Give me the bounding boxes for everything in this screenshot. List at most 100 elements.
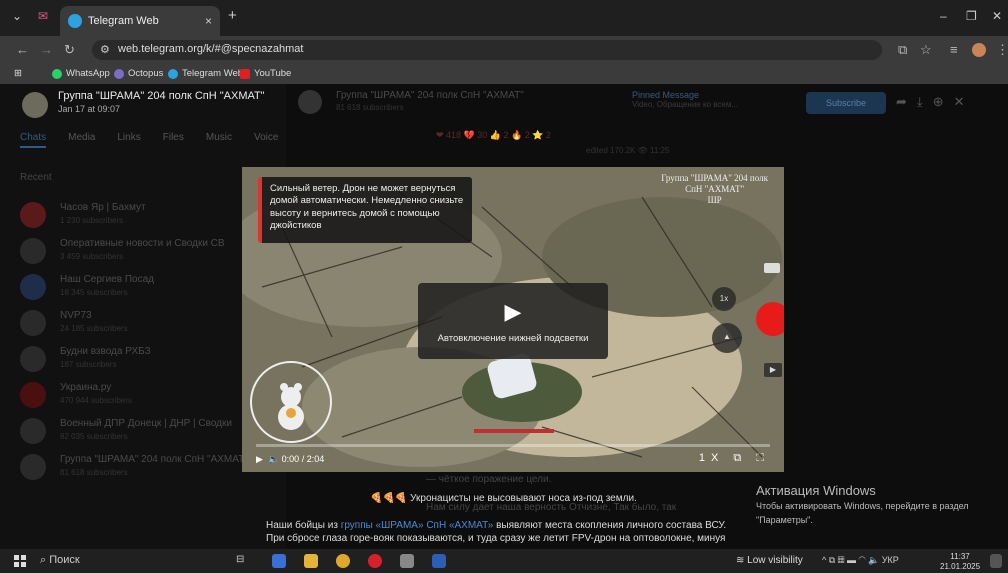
list-item[interactable]: Военный ДПР Донецк | ДНР | Сводки 82 035 … bbox=[20, 416, 280, 446]
word-icon[interactable] bbox=[432, 554, 446, 568]
list-item[interactable]: Оперативные новости и Сводки СВ 3 459 sub… bbox=[20, 236, 280, 266]
screen: ⌄ ✉ Telegram Web × + – ❐ ✕ ← → ↻ ⚙ web.t… bbox=[0, 0, 1008, 573]
tab-links[interactable]: Links bbox=[117, 132, 140, 148]
windows-activation-watermark: Активация Windows Чтобы активировать Win… bbox=[756, 483, 969, 526]
media-header: Группа "ШРАМА" 204 полк СпН "АХМАТ" Jan … bbox=[58, 90, 265, 114]
address-bar-row: ← → ↻ ⚙ web.telegram.org/k/#@specnazahma… bbox=[0, 36, 1008, 64]
share-icon[interactable]: ➦ bbox=[896, 94, 917, 109]
new-tab-button[interactable]: + bbox=[228, 7, 237, 24]
bookmark-youtube[interactable]: YouTube bbox=[240, 68, 291, 79]
forward-icon[interactable]: → bbox=[40, 42, 53, 57]
bookmark-star-icon[interactable]: ☆ bbox=[920, 42, 932, 58]
close-icon[interactable]: ✕ bbox=[954, 94, 975, 109]
chat-tools: ➦⤓⊕✕ bbox=[896, 94, 974, 110]
windows-start-icon[interactable] bbox=[14, 555, 26, 567]
video-watermark: Группа "ШРАМА" 204 полк СпН "АХМАТ" ШР bbox=[661, 173, 768, 205]
profile-avatar[interactable] bbox=[972, 43, 986, 57]
chrome-icon[interactable] bbox=[336, 554, 350, 568]
close-tab-icon[interactable]: × bbox=[205, 14, 212, 28]
message-text-1: — чёткое поражение цели. bbox=[426, 474, 552, 485]
unit-logo bbox=[250, 361, 332, 443]
video-time: 0:00 / 2:04 bbox=[281, 454, 325, 464]
bookmark-octopus[interactable]: Octopus bbox=[114, 68, 163, 79]
pip-icon[interactable]: ⧉ bbox=[733, 452, 747, 464]
bookmark-whatsapp[interactable]: WhatsApp bbox=[52, 68, 110, 79]
back-icon[interactable]: ← bbox=[16, 42, 29, 57]
list-item[interactable]: NVP73 24 185 subscribers bbox=[20, 308, 280, 338]
notifications-icon[interactable] bbox=[990, 554, 1002, 568]
download-icon[interactable]: ⤓ bbox=[917, 94, 933, 109]
site-info-icon[interactable]: ⚙ bbox=[100, 43, 110, 56]
list-item[interactable]: Будни взвода РХБЗ 187 subscribers bbox=[20, 344, 280, 374]
tab-chats[interactable]: Chats bbox=[20, 132, 47, 148]
media-title: Группа "ШРАМА" 204 полк СпН "АХМАТ" bbox=[58, 90, 265, 102]
avatar bbox=[20, 346, 46, 372]
taskbar-search[interactable]: ⌕ Поиск bbox=[40, 554, 80, 567]
install-app-icon[interactable]: ⧉ bbox=[898, 42, 907, 58]
pinned-text: Video, Обращение ко всем... bbox=[632, 100, 739, 109]
url-field[interactable]: ⚙ web.telegram.org/k/#@specnazahmat bbox=[92, 40, 882, 60]
play-overlay[interactable]: ▶ Автовключение нижней подсветки bbox=[418, 283, 608, 359]
task-view-icon[interactable]: ⊟ bbox=[236, 554, 250, 568]
whatsapp-icon bbox=[52, 68, 62, 79]
tab-search-icon[interactable]: ⌄ bbox=[12, 9, 22, 23]
search-icon: ⌕ bbox=[40, 554, 47, 566]
avatar bbox=[20, 274, 46, 300]
volume-icon[interactable]: 🔈 bbox=[268, 454, 279, 464]
tab-media[interactable]: Media bbox=[68, 132, 95, 148]
tab-music[interactable]: Music bbox=[206, 132, 232, 148]
avatar bbox=[20, 454, 46, 480]
record-button[interactable] bbox=[756, 302, 784, 336]
minimize-button[interactable]: – bbox=[940, 9, 947, 23]
video-progress-bar[interactable] bbox=[256, 444, 770, 447]
avatar bbox=[20, 418, 46, 444]
tab-telegram[interactable]: Telegram Web × bbox=[60, 6, 220, 36]
app-icon[interactable] bbox=[400, 554, 414, 568]
close-window-button[interactable]: ✕ bbox=[992, 9, 1002, 23]
system-tray[interactable]: ^ ⧉ ▦ ▬ ◠ 🔈 УКР bbox=[822, 555, 899, 566]
file-explorer-icon[interactable] bbox=[304, 554, 318, 568]
fullscreen-icon[interactable]: ⛶ bbox=[756, 452, 770, 464]
pinned-tab-icon[interactable]: ✉ bbox=[38, 9, 48, 23]
tab-files[interactable]: Files bbox=[163, 132, 184, 148]
reload-icon[interactable]: ↻ bbox=[64, 42, 75, 58]
chat-header[interactable]: Группа "ШРАМА" 204 полк СпН "АХМАТ" 81 6… bbox=[336, 90, 524, 112]
list-item[interactable]: Часов Яр | Бахмут 1 230 subscribers bbox=[20, 200, 280, 230]
fog-icon: ≋ bbox=[736, 555, 745, 566]
group-link[interactable]: группы «ШРАМА» СпН «АХМАТ» bbox=[341, 520, 494, 531]
video-mode-icon[interactable]: ▶ bbox=[764, 363, 782, 377]
app-icon[interactable] bbox=[272, 554, 286, 568]
list-item[interactable]: Украина.ру 470 944 subscribers bbox=[20, 380, 280, 410]
play-icon[interactable]: ▶ bbox=[418, 299, 608, 325]
list-item[interactable]: Группа "ШРАМА" 204 полк СпН "АХМАТ" 81 61… bbox=[20, 452, 280, 482]
subscribe-button[interactable]: Subscribe bbox=[806, 92, 886, 114]
tab-voice[interactable]: Voice bbox=[254, 132, 278, 148]
avatar bbox=[20, 238, 46, 264]
light-toggle-icon[interactable]: ▲ bbox=[712, 323, 742, 353]
reactions[interactable]: ❤ 418 💔 30 👍 2 🔥 2 ⭐ 2 bbox=[436, 130, 551, 141]
opera-icon[interactable] bbox=[368, 554, 382, 568]
menu-icon[interactable]: ⋮ bbox=[996, 42, 1008, 58]
apps-grid-icon[interactable]: ⊞ bbox=[14, 68, 22, 79]
windows-taskbar: ⌕ Поиск ⊟ ≋ Low visibility ^ ⧉ ▦ ▬ ◠ 🔈 У… bbox=[0, 549, 1008, 573]
clock[interactable]: 11:37 21.01.2025 bbox=[940, 552, 980, 571]
avatar[interactable] bbox=[22, 92, 48, 118]
zoom-icon[interactable]: ⊕ bbox=[933, 94, 954, 109]
video-controls: ▶ 🔈 0:00 / 2:04 1X ⧉ ⛶ bbox=[242, 440, 784, 472]
telegram-icon bbox=[68, 14, 82, 28]
playback-speed[interactable]: 1X bbox=[699, 452, 724, 464]
video-player[interactable]: Сильный ветер. Дрон не может вернуться д… bbox=[242, 167, 784, 472]
maximize-button[interactable]: ❐ bbox=[966, 9, 977, 23]
weather-widget[interactable]: ≋ Low visibility bbox=[736, 555, 803, 566]
play-icon[interactable]: ▶ bbox=[256, 454, 263, 464]
avatar bbox=[20, 310, 46, 336]
bookmark-telegram[interactable]: Telegram Web bbox=[168, 68, 243, 79]
youtube-icon bbox=[240, 68, 250, 79]
media-date: Jan 17 at 09:07 bbox=[58, 104, 121, 114]
avatar[interactable] bbox=[298, 90, 322, 114]
list-item[interactable]: Наш Сергиев Посад 18 345 subscribers bbox=[20, 272, 280, 302]
url-text: web.telegram.org/k/#@specnazahmat bbox=[118, 43, 304, 55]
pinned-message[interactable]: Pinned Message Video, Обращение ко всем.… bbox=[632, 90, 738, 109]
reading-list-icon[interactable]: ≡ bbox=[950, 42, 958, 57]
speed-badge[interactable]: 1x bbox=[712, 287, 736, 311]
